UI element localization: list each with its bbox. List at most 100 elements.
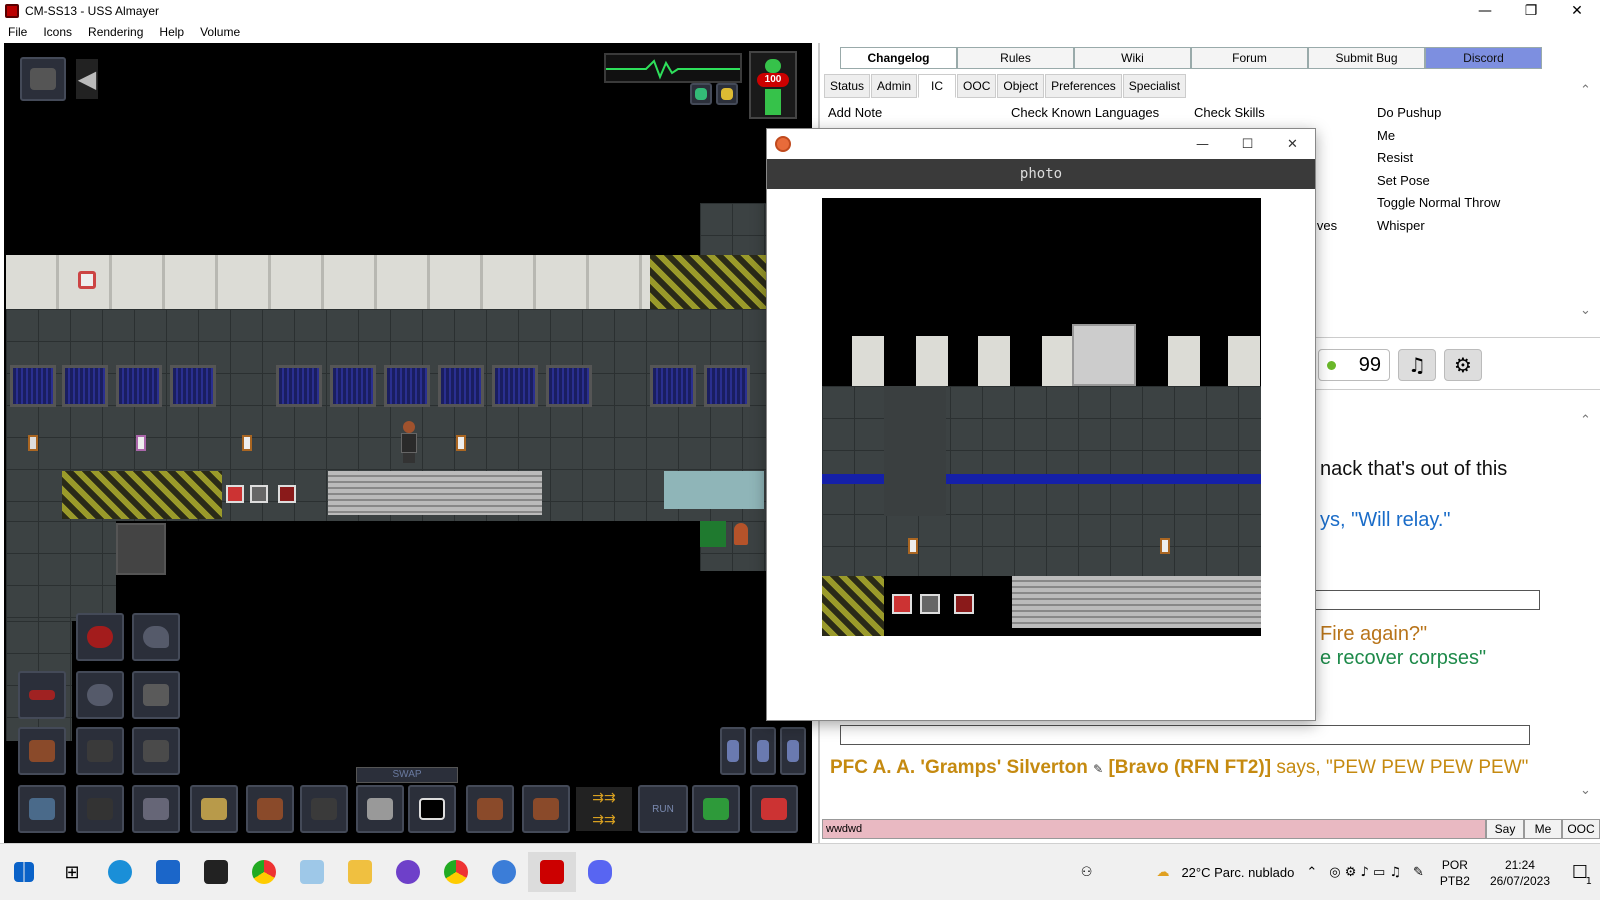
chrome-profile-icon[interactable] xyxy=(432,852,480,892)
collapse-arrow-icon[interactable]: ◀ xyxy=(76,59,98,99)
tray-apps-icon[interactable]: ◎ ⚙ ♪ ▭ ♫ xyxy=(1329,865,1401,880)
tab-object[interactable]: Object xyxy=(997,74,1045,98)
command-input[interactable] xyxy=(822,819,1486,839)
terminal-icon[interactable] xyxy=(192,852,240,892)
menu-file[interactable]: File xyxy=(0,25,35,39)
menu-rendering[interactable]: Rendering xyxy=(80,25,151,39)
door-button-icon[interactable] xyxy=(226,485,244,503)
tab-rules[interactable]: Rules xyxy=(957,47,1074,69)
chrome-icon[interactable] xyxy=(240,852,288,892)
swap-hands-button[interactable]: SWAP xyxy=(356,767,458,783)
verb-partial[interactable]: ives xyxy=(1314,218,1337,233)
verb-toggle-throw[interactable]: Toggle Normal Throw xyxy=(1377,195,1500,210)
mask-slot[interactable] xyxy=(76,671,124,719)
player-character[interactable] xyxy=(400,421,418,465)
mode-toggle-button[interactable] xyxy=(20,57,66,101)
discord-icon[interactable] xyxy=(576,852,624,892)
tab-admin[interactable]: Admin xyxy=(871,74,918,98)
chat-scroll-up-icon[interactable]: ⌃ xyxy=(1580,413,1591,428)
music-icon[interactable]: ♫ xyxy=(1398,349,1436,381)
right-hand-slot[interactable] xyxy=(356,785,404,833)
throw-toggle-icon[interactable]: ⇉⇉ ⇉⇉ xyxy=(576,787,632,831)
weather-icon[interactable]: ☁ xyxy=(1156,865,1169,880)
verb-resist[interactable]: Resist xyxy=(1377,150,1413,165)
gear-icon[interactable]: ⚙ xyxy=(1444,349,1482,381)
move-intent-icon[interactable] xyxy=(720,727,746,775)
suit-storage-slot[interactable] xyxy=(132,785,180,833)
pocket-slot-1[interactable] xyxy=(466,785,514,833)
shoes-slot[interactable] xyxy=(76,785,124,833)
run-toggle-button[interactable]: RUN xyxy=(638,785,688,833)
verb-do-pushup[interactable]: Do Pushup xyxy=(1377,105,1441,120)
verb-check-skills[interactable]: Check Skills xyxy=(1194,105,1265,120)
language-indicator[interactable]: POR PTB2 xyxy=(1440,857,1470,889)
menu-volume[interactable]: Volume xyxy=(192,25,248,39)
fire-alarm-icon[interactable] xyxy=(78,271,96,289)
notepad-icon[interactable] xyxy=(288,852,336,892)
tab-wiki[interactable]: Wiki xyxy=(1074,47,1191,69)
belt-slot[interactable] xyxy=(246,785,294,833)
byond-taskbar-icon[interactable] xyxy=(528,852,576,892)
me-button[interactable]: Me xyxy=(1524,819,1562,839)
verb-check-languages[interactable]: Check Known Languages xyxy=(1011,105,1159,120)
verb-set-pose[interactable]: Set Pose xyxy=(1377,173,1430,188)
helmet-slot[interactable] xyxy=(76,613,124,661)
ear-slot[interactable] xyxy=(132,613,180,661)
game-viewport[interactable]: ◀ 100 SWAP ⇉⇉ ⇉⇉ RUN xyxy=(4,43,812,843)
verb-add-note[interactable]: Add Note xyxy=(828,105,882,120)
photo-minimize-button[interactable]: — xyxy=(1180,129,1225,159)
close-button[interactable]: ✕ xyxy=(1554,0,1600,22)
health-doll[interactable]: 100 xyxy=(749,51,797,119)
menu-icons[interactable]: Icons xyxy=(35,25,80,39)
task-view-icon[interactable]: ⊞ xyxy=(48,852,96,892)
tab-ooc[interactable]: OOC xyxy=(957,74,997,98)
hands-slot[interactable] xyxy=(132,727,180,775)
tray-expand-icon[interactable]: ⌃ xyxy=(1306,865,1317,880)
snowflake-app-icon[interactable] xyxy=(480,852,528,892)
minimize-button[interactable]: — xyxy=(1462,0,1508,22)
weather-text[interactable]: 22°C Parc. nublado xyxy=(1181,865,1294,880)
verb-whisper[interactable]: Whisper xyxy=(1377,218,1425,233)
say-button[interactable]: Say xyxy=(1486,819,1524,839)
people-icon[interactable]: ⚇ xyxy=(1081,865,1093,880)
ooc-button[interactable]: OOC xyxy=(1562,819,1600,839)
clock[interactable]: 21:24 26/07/2023 xyxy=(1490,857,1550,889)
intent-selector[interactable] xyxy=(692,785,740,833)
door-button-icon[interactable] xyxy=(278,485,296,503)
tab-discord[interactable]: Discord xyxy=(1425,47,1542,69)
armor-slot[interactable] xyxy=(76,727,124,775)
intent-icon[interactable] xyxy=(690,83,712,105)
pocket-slot-2[interactable] xyxy=(522,785,570,833)
eyes-slot[interactable] xyxy=(18,671,66,719)
github-icon[interactable] xyxy=(384,852,432,892)
pull-icon[interactable] xyxy=(750,785,798,833)
photo-close-button[interactable]: ✕ xyxy=(1270,129,1315,159)
back-slot[interactable] xyxy=(18,785,66,833)
mail-icon[interactable] xyxy=(144,852,192,892)
edge-icon[interactable] xyxy=(96,852,144,892)
restore-button[interactable]: ❐ xyxy=(1508,0,1554,22)
photo-window[interactable]: — ☐ ✕ photo xyxy=(766,128,1316,721)
move-intent-icon[interactable] xyxy=(750,727,776,775)
scroll-down-icon[interactable]: ⌄ xyxy=(1580,303,1591,318)
verb-me[interactable]: Me xyxy=(1377,128,1395,143)
id-slot[interactable] xyxy=(190,785,238,833)
notification-icon[interactable]: ☐ 1 xyxy=(1560,853,1600,893)
chat-scroll-down-icon[interactable]: ⌄ xyxy=(1580,783,1591,798)
scroll-up-icon[interactable]: ⌃ xyxy=(1580,83,1591,98)
item-on-floor[interactable] xyxy=(734,523,748,545)
move-intent-icon[interactable] xyxy=(780,727,806,775)
tab-ic[interactable]: IC xyxy=(918,74,957,98)
tab-status[interactable]: Status xyxy=(824,74,871,98)
gloves-slot[interactable] xyxy=(132,671,180,719)
left-hand-slot[interactable] xyxy=(408,785,456,833)
windows-start-icon[interactable] xyxy=(0,852,48,892)
door-button-icon[interactable] xyxy=(250,485,268,503)
tab-specialist[interactable]: Specialist xyxy=(1122,74,1187,98)
photo-maximize-button[interactable]: ☐ xyxy=(1225,129,1270,159)
tab-preferences[interactable]: Preferences xyxy=(1045,74,1122,98)
pen-icon[interactable]: ✎ xyxy=(1413,865,1424,880)
tab-submit-bug[interactable]: Submit Bug xyxy=(1308,47,1425,69)
pouch-slot[interactable] xyxy=(300,785,348,833)
file-explorer-icon[interactable] xyxy=(336,852,384,892)
